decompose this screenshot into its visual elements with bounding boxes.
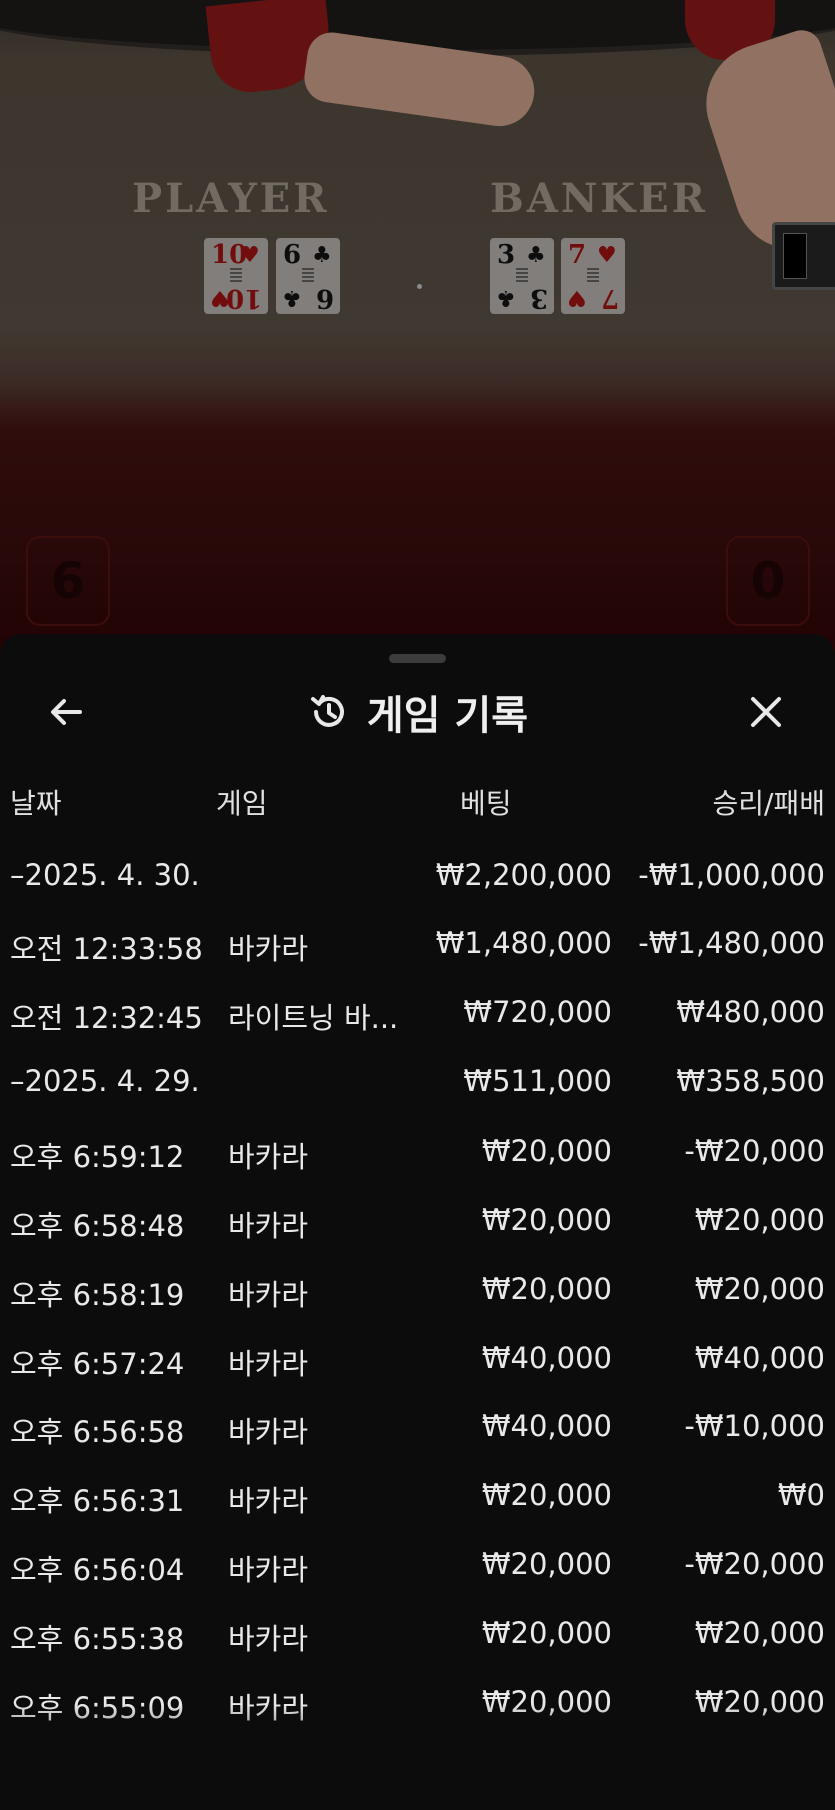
table-row[interactable]: 오후 6:59:12 바카라 ₩20,000 -₩20,000 [0,1134,835,1190]
game-history-sheet: 게임 기록 날짜 게임 베팅 승리/패배 –2025. 4. 30. ₩2,20… [0,634,835,1810]
table-row[interactable]: 오후 6:58:48 바카라 ₩20,000 ₩20,000 [0,1203,835,1259]
table-row[interactable]: 오후 6:58:19 바카라 ₩20,000 ₩20,000 [0,1272,835,1328]
video-dim-overlay [0,0,835,660]
table-row[interactable]: 오후 6:57:24 바카라 ₩40,000 ₩40,000 [0,1341,835,1397]
table-row[interactable]: 오전 12:32:45 라이트닝 바... ₩720,000 ₩480,000 [0,995,835,1051]
history-list: –2025. 4. 30. ₩2,200,000 -₩1,000,000 오전 … [0,634,835,1810]
table-row[interactable]: 오후 6:55:09 바카라 ₩20,000 ₩20,000 [0,1685,835,1741]
table-row[interactable]: 오후 6:56:31 바카라 ₩20,000 ₩0 [0,1478,835,1534]
date-group-row[interactable]: –2025. 4. 29. ₩511,000 ₩358,500 [0,1064,835,1120]
date-group-row[interactable]: –2025. 4. 30. ₩2,200,000 -₩1,000,000 [0,858,835,914]
table-row[interactable]: 오후 6:55:38 바카라 ₩20,000 ₩20,000 [0,1616,835,1672]
table-row[interactable]: 오후 6:56:58 바카라 ₩40,000 -₩10,000 [0,1409,835,1465]
live-video-feed: PLAYER BANKER 10 ♥ ♥ 10 6 ♣ ♣ 6 3 ♣ ♣ 3 … [0,0,835,660]
table-row[interactable]: 오전 12:33:58 바카라 ₩1,480,000 -₩1,480,000 [0,926,835,982]
table-row[interactable]: 오후 6:56:04 바카라 ₩20,000 -₩20,000 [0,1547,835,1603]
